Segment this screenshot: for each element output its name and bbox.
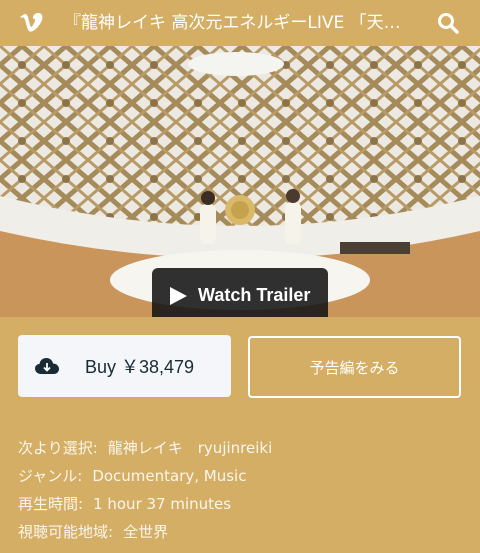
detail-row-creator: 次より選択: 龍神レイキ ryujinreiki [18, 434, 468, 462]
preview-trailer-button[interactable]: 予告編をみる [248, 336, 461, 398]
video-title: 『龍神レイキ 高次元エネルギーLIVE 「天地... [64, 13, 414, 33]
search-icon[interactable] [434, 9, 462, 37]
buy-button[interactable]: Buy ￥38,479 [18, 335, 231, 397]
detail-key: ジャンル: [18, 467, 83, 485]
top-bar: 『龍神レイキ 高次元エネルギーLIVE 「天地... [0, 0, 480, 46]
play-icon [170, 286, 187, 305]
detail-key: 再生時間: [18, 495, 84, 513]
buy-price-label: Buy ￥38,479 [85, 357, 195, 377]
detail-row-genre: ジャンル: Documentary, Music [18, 462, 468, 490]
detail-key: 次より選択: [18, 439, 98, 457]
watch-trailer-label: Watch Trailer [198, 285, 311, 305]
creator-link[interactable]: 龍神レイキ ryujinreiki [108, 439, 272, 457]
duration-value: 1 hour 37 minutes [93, 495, 232, 513]
detail-row-duration: 再生時間: 1 hour 37 minutes [18, 490, 468, 518]
watch-trailer-button[interactable]: Watch Trailer [152, 268, 328, 317]
video-player[interactable]: Watch Trailer [0, 46, 480, 317]
cloud-icon [35, 358, 59, 374]
genre-value: Documentary, Music [92, 467, 247, 485]
detail-key: 視聴可能地域: [18, 523, 114, 541]
vimeo-logo-icon[interactable] [18, 8, 46, 36]
detail-row-region: 視聴可能地域: 全世界 [18, 518, 468, 546]
video-details: 次より選択: 龍神レイキ ryujinreiki ジャンル: Documentary… [18, 434, 468, 546]
region-value: 全世界 [123, 523, 169, 541]
